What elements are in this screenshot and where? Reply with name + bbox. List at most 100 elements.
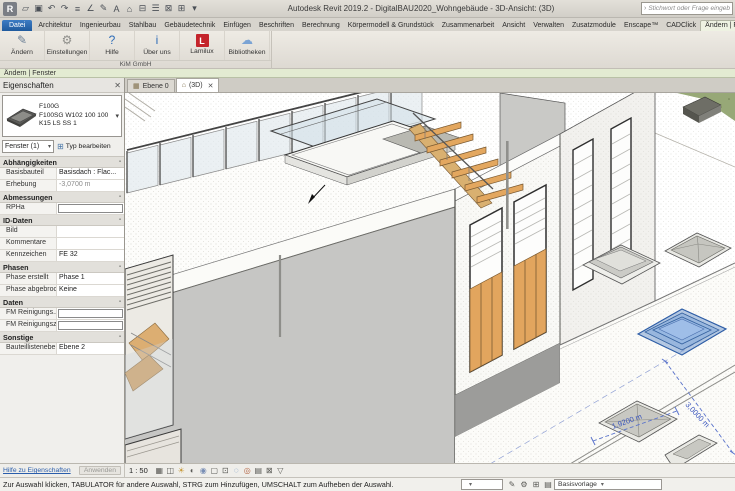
temporary-hide-icon[interactable]: ◌ xyxy=(231,466,242,475)
edit-type-button[interactable]: ⊞ Typ bearbeiten xyxy=(57,142,111,151)
undo-icon[interactable]: ↶ xyxy=(45,2,58,16)
type-selector[interactable]: F100G F100SG W102 100 100 K15 LS SS 1 ▾ xyxy=(2,95,122,137)
design-option-select[interactable]: Basisvorlage▾ xyxy=(554,479,662,490)
property-value[interactable] xyxy=(57,226,124,237)
property-value[interactable]: Ebene 2 xyxy=(57,343,124,354)
window-b xyxy=(514,185,546,349)
selection-box-icon[interactable]: ▽ xyxy=(275,466,286,475)
worksets-icon[interactable]: ⚙ xyxy=(518,480,530,489)
property-value[interactable]: Phase 1 xyxy=(57,273,124,284)
property-value[interactable]: FE 32 xyxy=(57,250,124,261)
redo-icon[interactable]: ↷ xyxy=(58,2,71,16)
aendern-button[interactable]: ✎Ändern xyxy=(0,31,45,60)
close-hidden-windows-icon[interactable]: ⊠ xyxy=(162,2,175,16)
view-tab--3d-[interactable]: ⌂(3D)✕ xyxy=(176,78,220,92)
tab-enscape-[interactable]: Enscape™ xyxy=(620,21,662,31)
property-label: Bauteillistenebe... xyxy=(0,343,57,354)
footer-band: Hilfe zu Eigenschaften Anwenden 1 : 50 ▦… xyxy=(0,463,735,477)
qat-customize-icon[interactable]: ▾ xyxy=(188,2,201,16)
tab-k-rpermodell-grundst-ck[interactable]: Körpermodell & Grundstück xyxy=(344,21,438,31)
detail-level-icon[interactable]: ▦ xyxy=(154,466,165,475)
section-pin-icon: ▪ xyxy=(119,159,121,165)
tab-ingenieurbau[interactable]: Ingenieurbau xyxy=(76,21,125,31)
properties-help-link[interactable]: Hilfe zu Eigenschaften xyxy=(3,467,71,474)
apply-button[interactable]: Anwenden xyxy=(79,466,121,475)
tab-architektur[interactable]: Architektur xyxy=(34,21,75,31)
ribbon-tabs: ArchitekturIngenieurbauStahlbauGebäudete… xyxy=(34,20,735,31)
revit-logo-icon[interactable]: R xyxy=(3,2,17,16)
einstellungen-button[interactable]: ⚙Einstellungen xyxy=(45,31,90,60)
tab-einf-gen[interactable]: Einfügen xyxy=(219,21,255,31)
search-input[interactable]: › Stichwort oder Frage eingeben xyxy=(641,2,733,15)
section-icon[interactable]: ⊟ xyxy=(136,2,149,16)
tab-stahlbau[interactable]: Stahlbau xyxy=(125,21,161,31)
sun-path-icon[interactable]: ☀ xyxy=(176,466,187,475)
hilfe-button[interactable]: ?Hilfe xyxy=(90,31,135,60)
scale-button[interactable]: 1 : 50 xyxy=(129,466,148,475)
thin-lines-icon[interactable]: ☰ xyxy=(149,2,162,16)
section-header[interactable]: Abhängigkeiten▪ xyxy=(0,157,124,168)
temporary-properties-icon[interactable]: ▤ xyxy=(253,466,264,475)
rendering-icon[interactable]: ◉ xyxy=(198,466,209,475)
tab-ansicht[interactable]: Ansicht xyxy=(498,21,529,31)
tab-verwalten[interactable]: Verwalten xyxy=(529,21,568,31)
ueber-uns-button[interactable]: iÜber uns xyxy=(135,31,180,60)
lamilux-button[interactable]: LLamilux xyxy=(180,31,225,60)
chevron-down-icon[interactable]: ▾ xyxy=(113,112,121,120)
property-label: Phase erstellt xyxy=(0,273,57,284)
title-bar: R▱▣↶↷≡∠✎A⌂⊟☰⊠⊞▾ Autodesk Revit 2019.2 - … xyxy=(0,0,735,18)
open-icon[interactable]: ▱ xyxy=(19,2,32,16)
text-icon[interactable]: A xyxy=(110,2,123,16)
print-icon[interactable]: ≡ xyxy=(71,2,84,16)
view-tab-ebene-0[interactable]: ▦Ebene 0 xyxy=(127,79,175,92)
section-title: Sonstige xyxy=(3,333,33,342)
tab-zusatzmodule[interactable]: Zusatzmodule xyxy=(568,21,620,31)
tab-cadclick[interactable]: CADClick xyxy=(662,21,700,31)
close-view-icon[interactable]: ✕ xyxy=(208,82,214,90)
einstellungen-button-icon: ⚙ xyxy=(62,33,73,48)
wall-opening xyxy=(125,255,173,439)
design-options-icon[interactable]: ⊞ xyxy=(530,480,542,489)
shadows-icon[interactable]: ◐ xyxy=(187,466,198,475)
section-header[interactable]: Daten▪ xyxy=(0,297,124,308)
crop-region-icon[interactable]: ⊡ xyxy=(220,466,231,475)
workset-select[interactable]: ▾ xyxy=(461,479,503,490)
switch-windows-icon[interactable]: ⊞ xyxy=(175,2,188,16)
main-model-icon[interactable]: ▤ xyxy=(542,480,554,489)
crop-view-icon[interactable]: ▢ xyxy=(209,466,220,475)
property-row: FM Reinigungs... xyxy=(0,308,124,320)
measure-icon[interactable]: ∠ xyxy=(84,2,97,16)
reveal-hidden-icon[interactable]: ◎ xyxy=(242,466,253,475)
property-value[interactable] xyxy=(58,309,123,318)
tag-icon[interactable]: ✎ xyxy=(97,2,110,16)
tab-berechnung[interactable]: Berechnung xyxy=(298,21,344,31)
constraints-icon[interactable]: ⊠ xyxy=(264,466,275,475)
property-value[interactable]: Basisdach : Flac... xyxy=(57,168,124,179)
tab-beschriften[interactable]: Beschriften xyxy=(255,21,298,31)
tab--ndern-fenster[interactable]: Ändern | Fenster xyxy=(700,20,735,31)
section-header[interactable]: Sonstige▪ xyxy=(0,332,124,343)
section-title: Phasen xyxy=(3,263,29,272)
default-3d-view-icon[interactable]: ⌂ xyxy=(123,2,136,16)
section-header[interactable]: ID-Daten▪ xyxy=(0,215,124,226)
property-value[interactable] xyxy=(58,204,123,213)
tab-zusammenarbeit[interactable]: Zusammenarbeit xyxy=(438,21,499,31)
tab-datei[interactable]: Datei xyxy=(2,20,32,31)
properties-footer: Hilfe zu Eigenschaften Anwenden xyxy=(0,464,125,477)
close-icon[interactable]: ✕ xyxy=(114,81,121,90)
section-header[interactable]: Abmessungen▪ xyxy=(0,192,124,203)
section-header[interactable]: Phasen▪ xyxy=(0,262,124,273)
hilfe-button-label: Hilfe xyxy=(105,49,119,56)
element-filter-select[interactable]: Fenster (1)▾ xyxy=(2,140,54,153)
property-value[interactable] xyxy=(58,321,123,330)
property-value[interactable]: -3,0700 m xyxy=(57,180,124,191)
tab-geb-udetechnik[interactable]: Gebäudetechnik xyxy=(160,21,219,31)
view-tab-label: Ebene 0 xyxy=(143,83,169,90)
editable-only-icon[interactable]: ✎ xyxy=(506,480,518,489)
drawing-canvas[interactable]: 3,0000 m 1,9200 m xyxy=(125,92,735,463)
save-icon[interactable]: ▣ xyxy=(32,2,45,16)
property-value[interactable] xyxy=(57,238,124,249)
bibliotheken-button[interactable]: ☁Bibliotheken xyxy=(225,31,270,60)
property-value[interactable]: Keine xyxy=(57,285,124,296)
visual-style-icon[interactable]: ◫ xyxy=(165,466,176,475)
